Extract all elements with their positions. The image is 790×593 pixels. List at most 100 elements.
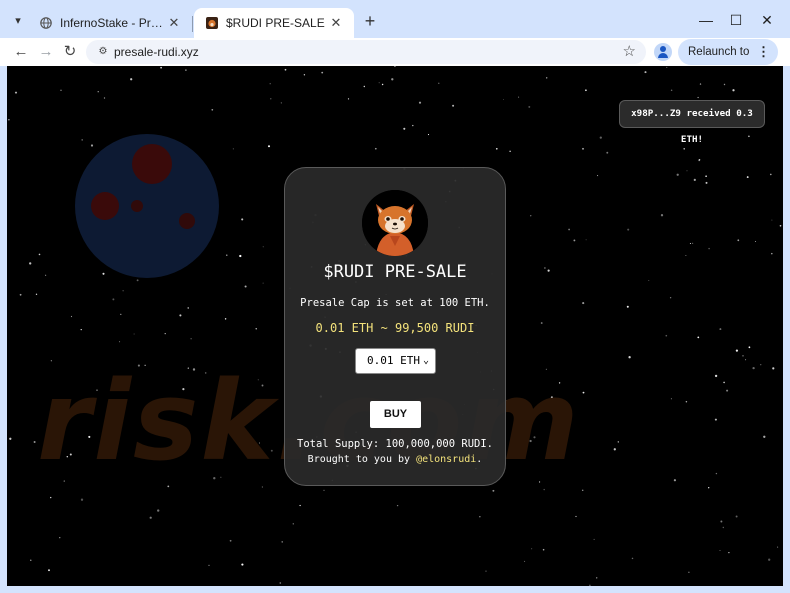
star-dot [746,176,749,179]
star-dot [670,89,673,91]
tab-search-icon[interactable]: ▾ [8,11,28,31]
globe-icon [40,17,52,29]
close-window-icon[interactable]: ✕ [752,8,782,32]
star-dot [644,71,647,74]
forward-icon[interactable]: → [35,41,57,63]
star-dot [742,355,744,357]
browser-toolbar: ← → ↻ ⚙ presale-rudi.xyz ☆ Relaunch to u… [0,38,790,84]
presale-card: $RUDI PRE-SALE Presale Cap is set at 100… [284,167,506,486]
star-dot [303,74,306,76]
star-dot [492,489,495,492]
star-dot [582,302,585,305]
star-dot [606,151,609,154]
back-icon[interactable]: ← [10,41,32,63]
star-dot [544,267,546,269]
purchase-notification-toast: x98P...Z9 received 0.3 ETH! [619,100,765,145]
star-dot [699,83,702,85]
star-dot [691,242,694,245]
star-dot [9,437,12,440]
star-dot [33,441,36,443]
star-dot [255,328,257,330]
star-dot [595,577,598,579]
star-dot [208,564,210,566]
star-dot [686,170,688,172]
star-dot [735,349,739,352]
address-bar[interactable]: ⚙ presale-rudi.xyz ☆ [86,40,646,64]
star-dot [50,496,52,499]
profile-avatar-icon[interactable] [654,43,672,61]
star-dot [745,359,747,361]
star-dot [438,82,440,84]
star-dot [479,516,481,518]
star-dot [697,96,699,99]
star-dot [648,280,650,281]
star-dot [35,293,38,295]
star-dot [485,570,487,572]
minimize-icon[interactable]: — [691,8,721,32]
star-dot [270,98,272,100]
star-dot [363,85,366,88]
star-dot [80,498,84,501]
star-dot [503,99,504,100]
exchange-rate-text: 0.01 ETH ~ 99,500 RUDI [315,321,475,335]
star-dot [597,175,599,177]
star-dot [378,82,380,84]
star-dot [292,523,294,525]
reload-icon[interactable]: ↻ [59,41,81,63]
watermark-magnifier-graphic [75,134,219,278]
new-tab-button[interactable]: + [360,11,380,31]
bookmark-star-icon[interactable]: ☆ [623,40,636,64]
star-dot [119,341,121,343]
star-dot [754,240,757,243]
selected-amount: 0.01 ETH [367,354,420,367]
rudi-favicon [206,17,218,29]
credits-text: Brought to you by @elonsrudi. [285,453,505,467]
star-dot [714,418,717,421]
star-dot [19,293,22,296]
buy-button[interactable]: BUY [370,401,421,428]
tab-rudi-presale[interactable]: $RUDI PRE-SALE ✕ [194,8,354,38]
relaunch-to-update-button[interactable]: Relaunch to update ⋮ [678,39,778,84]
star-dot [568,228,570,231]
star-dot [685,255,687,257]
more-menu-icon[interactable]: ⋮ [757,39,770,65]
star-dot [737,239,740,242]
url-text[interactable]: presale-rudi.xyz [114,40,199,64]
star-dot [30,559,32,561]
tab-infernostake[interactable]: InfernoStake - Premium Staking ✕ [28,8,192,38]
tab-divider [192,16,193,32]
star-dot [323,489,325,491]
star-dot [547,269,550,272]
star-dot [391,78,394,81]
star-dot [669,297,672,299]
star-dot [748,135,750,138]
star-dot [676,173,679,176]
star-dot [14,91,18,94]
star-dot [735,515,738,518]
star-dot [697,336,700,339]
star-dot [585,239,587,241]
star-dot [190,338,192,340]
star-dot [666,66,668,68]
star-dot [708,247,710,250]
star-dot [38,253,41,256]
star-dot [705,175,707,177]
tab-title: InfernoStake - Premium Staking [60,16,166,30]
star-dot [60,89,62,91]
close-tab-icon[interactable]: ✕ [328,15,344,31]
close-tab-icon[interactable]: ✕ [166,15,182,31]
star-dot [321,71,324,74]
star-dot [599,136,602,139]
star-dot [80,328,82,331]
twitter-handle-link[interactable]: @elonsrudi [416,454,476,465]
maximize-icon[interactable]: ☐ [721,8,751,32]
page-viewport: risk.com x98P...Z9 received 0.3 ETH! [7,66,783,586]
star-dot [164,332,166,335]
site-settings-icon[interactable]: ⚙ [94,43,112,61]
star-dot [728,551,730,554]
star-dot [509,150,511,152]
star-dot [528,105,531,108]
star-dot [626,305,629,308]
tab-strip: ▾ InfernoStake - Premium Staking ✕ $RUDI… [0,0,790,38]
eth-amount-select[interactable]: 0.01 ETH ⌄ [355,348,436,374]
